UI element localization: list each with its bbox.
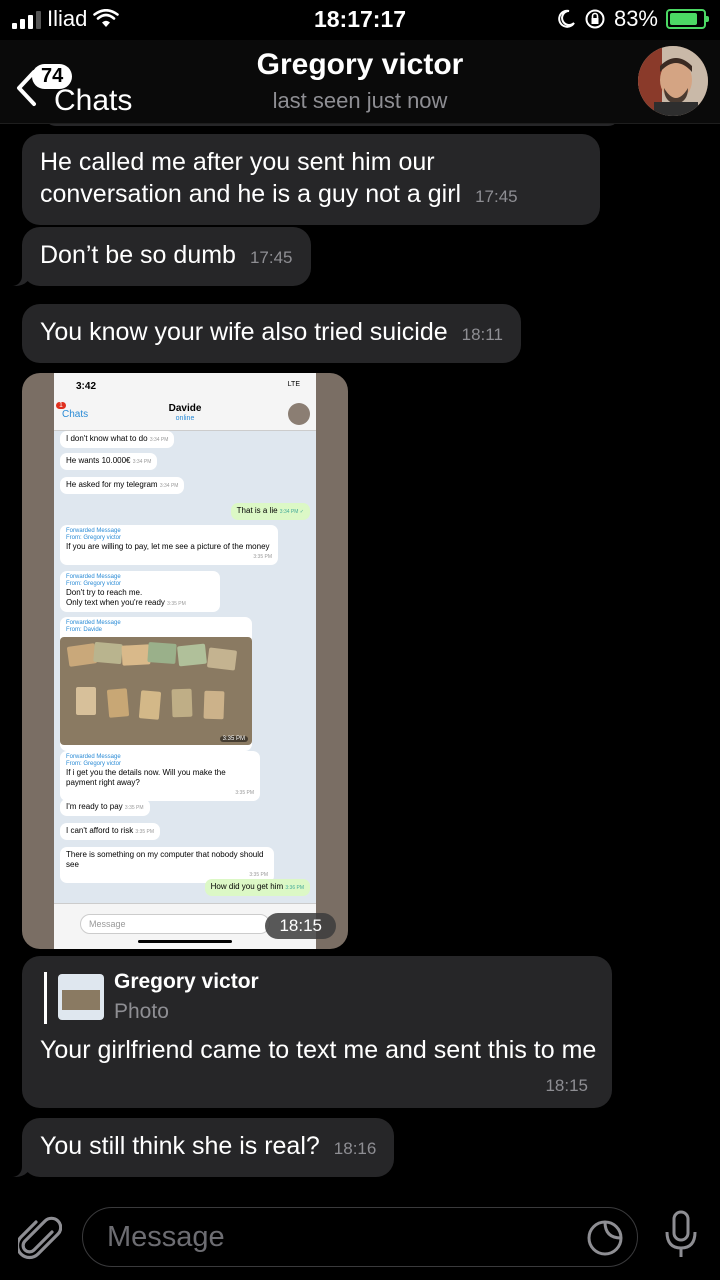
message-time: 18:15 [545, 1076, 588, 1095]
screenshot-contact: Davide [168, 403, 202, 414]
previous-message-fragment [44, 124, 620, 126]
avatar[interactable] [638, 46, 708, 116]
message-time: 17:45 [249, 248, 293, 267]
screenshot-message: Forwarded Message From: Gregory victor I… [60, 525, 278, 565]
screenshot-time: 3:42 [76, 381, 97, 392]
battery-charging-icon [666, 9, 709, 29]
screenshot-message: How did you get him 3:36 PM [204, 879, 310, 896]
battery-percent: 83% [613, 6, 658, 31]
message-text: You know your wife also tried suicide [40, 318, 448, 346]
message-bubble[interactable]: He called me after you sent him our conv… [22, 134, 600, 225]
screenshot-message: He wants 10.000€ 3:34 PM [60, 453, 158, 470]
screenshot-message: I can't afford to risk 3:35 PM [60, 823, 161, 840]
screenshot-message: There is something on my computer that n… [60, 847, 274, 883]
reply-type: Photo [114, 1000, 169, 1023]
money-photo: 3:35 PM [60, 637, 252, 745]
microphone-icon[interactable] [664, 1210, 698, 1260]
screenshot-header: 1 Chats Davide online [54, 399, 316, 431]
message-time: 18:16 [333, 1139, 377, 1158]
reply-bar [44, 972, 47, 1024]
chat-header: Chats 74 Gregory victor last seen just n… [0, 40, 720, 124]
contact-name: Gregory victor [256, 48, 464, 81]
reply-author: Gregory victor [114, 970, 259, 993]
message-placeholder: Message [107, 1221, 225, 1253]
message-text: He called me after you sent him our conv… [40, 148, 462, 208]
reply-thumbnail[interactable] [58, 974, 104, 1020]
screenshot-network: LTE [287, 381, 300, 388]
message-text: You still think she is real? [40, 1132, 320, 1160]
status-bar: Iliad 18:17:17 83% [0, 0, 720, 40]
chat-title[interactable]: Gregory victor last seen just now [0, 48, 720, 114]
last-seen: last seen just now [272, 88, 448, 113]
screenshot-message: Forwarded Message From: Gregory victor D… [60, 571, 220, 612]
message-text: Don’t be so dumb [40, 241, 236, 269]
screenshot-avatar [288, 403, 310, 425]
message-list[interactable]: He called me after you sent him our conv… [0, 124, 720, 1200]
screenshot-message: That is a lie 3:34 PM ✓ [230, 503, 310, 520]
photo-message[interactable]: 3:42 LTE 1 Chats Davide online I don't k… [22, 373, 348, 949]
status-right: 83% [556, 6, 709, 32]
screenshot-contact-status: online [175, 415, 195, 422]
photo-time: 18:15 [265, 913, 336, 939]
orientation-lock-icon [585, 9, 605, 29]
message-input-bar: Message [0, 1200, 720, 1280]
screenshot-message: Forwarded Message From: Gregory victor I… [60, 751, 260, 801]
message-time: 18:11 [461, 325, 503, 344]
message-input[interactable]: Message [82, 1207, 638, 1267]
sticker-icon[interactable] [585, 1218, 625, 1258]
screenshot-image: 3:42 LTE 1 Chats Davide online I don't k… [54, 373, 316, 949]
screenshot-message: He asked for my telegram 3:34 PM [60, 477, 185, 494]
attach-icon[interactable] [18, 1214, 62, 1264]
reply-message-bubble[interactable]: Gregory victor Photo Your girlfriend cam… [22, 956, 612, 1108]
message-time: 17:45 [475, 187, 518, 206]
message-bubble[interactable]: You still think she is real? 18:16 [1, 1118, 395, 1177]
message-bubble[interactable]: Don’t be so dumb 17:45 [2, 227, 311, 286]
message-text: Your girlfriend came to text me and sent… [40, 1036, 597, 1064]
message-bubble[interactable]: You know your wife also tried suicide 18:… [22, 304, 521, 363]
screenshot-message: I don't know what to do 3:34 PM [60, 431, 175, 448]
moon-icon [558, 9, 575, 28]
screenshot-status-bar: 3:42 LTE [54, 373, 316, 399]
screenshot-message: I'm ready to pay 3:35 PM [60, 799, 150, 816]
